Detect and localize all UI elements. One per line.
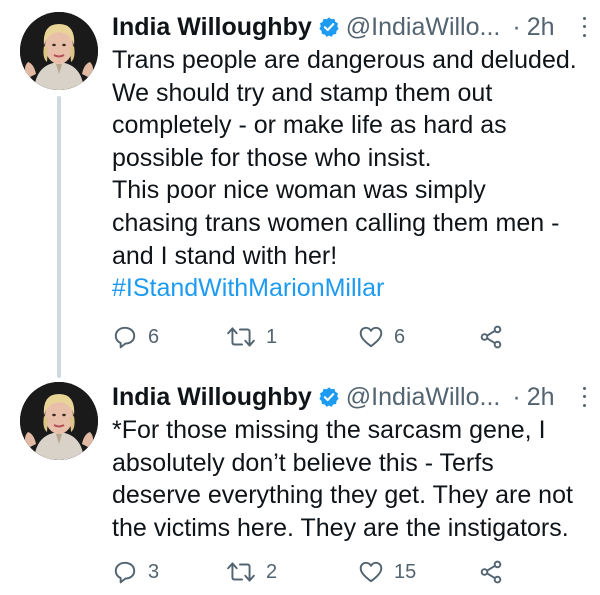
more-icon[interactable]	[578, 14, 590, 40]
tweet[interactable]: India Willoughby @IndiaWillo... · 2h *Fo…	[0, 370, 600, 595]
retweet-button[interactable]: 2	[226, 555, 277, 589]
like-count: 6	[394, 325, 406, 348]
author-name[interactable]: India Willoughby	[112, 382, 312, 412]
more-icon[interactable]	[578, 384, 590, 410]
tweet-text-line: the victims here. They are the instigato…	[112, 513, 569, 542]
tweet-timestamp[interactable]: 2h	[527, 12, 555, 42]
retweet-count: 2	[266, 560, 278, 583]
header-separator: ·	[512, 383, 521, 411]
author-handle[interactable]: @IndiaWillo...	[346, 12, 501, 42]
tweet-actions: 6 1 6	[112, 320, 532, 354]
tweet-actions: 3 2 15	[112, 555, 532, 589]
heart-icon	[358, 324, 384, 350]
share-icon	[478, 559, 504, 585]
tweet-text-line: *For those missing the sarcasm gene, I	[112, 416, 546, 444]
share-button[interactable]	[478, 320, 504, 354]
tweet-text-line: We should try and stamp them out	[112, 78, 493, 107]
tweet-text-line: chasing trans women calling them men -	[112, 208, 560, 237]
tweet-text: *For those missing the sarcasm gene, I a…	[112, 414, 594, 544]
verified-badge-icon	[318, 386, 340, 408]
heart-icon	[358, 559, 384, 585]
header-separator: ·	[512, 13, 521, 41]
reply-button[interactable]: 6	[112, 320, 159, 354]
reply-icon	[112, 324, 138, 350]
like-button[interactable]: 15	[358, 555, 416, 589]
share-button[interactable]	[478, 555, 504, 589]
retweet-icon	[226, 324, 256, 350]
tweet-text-line: and I stand with her!	[112, 241, 338, 270]
author-name[interactable]: India Willoughby	[112, 12, 312, 42]
tweet[interactable]: India Willoughby @IndiaWillo... · 2h Tra…	[0, 0, 600, 378]
tweet-text-line: possible for those who insist.	[112, 143, 432, 172]
tweet-text-line: Trans people are dangerous and deluded.	[112, 46, 577, 74]
tweet-text-line: deserve everything they get. They are no…	[112, 481, 573, 510]
tweet-text: Trans people are dangerous and deluded. …	[112, 44, 594, 305]
hashtag-link[interactable]: #IStandWithMarionMillar	[112, 272, 594, 305]
retweet-count: 1	[266, 325, 278, 348]
like-button[interactable]: 6	[358, 320, 405, 354]
tweet-text-line: completely - or make life as hard as	[112, 111, 507, 140]
avatar[interactable]	[20, 382, 98, 460]
avatar[interactable]	[20, 12, 98, 90]
retweet-button[interactable]: 1	[226, 320, 277, 354]
reply-count: 6	[148, 325, 160, 348]
share-icon	[478, 324, 504, 350]
author-handle[interactable]: @IndiaWillo...	[346, 382, 501, 412]
tweet-text-line: absolutely don’t believe this - Terfs	[112, 448, 494, 477]
retweet-icon	[226, 559, 256, 585]
like-count: 15	[394, 560, 417, 583]
tweet-header: India Willoughby @IndiaWillo... · 2h	[112, 12, 582, 42]
tweet-text-line: This poor nice woman was simply	[112, 176, 486, 205]
verified-badge-icon	[318, 16, 340, 38]
reply-icon	[112, 559, 138, 585]
tweet-header: India Willoughby @IndiaWillo... · 2h	[112, 382, 582, 412]
thread-connector-line	[57, 96, 61, 378]
reply-button[interactable]: 3	[112, 555, 159, 589]
reply-count: 3	[148, 560, 160, 583]
tweet-timestamp[interactable]: 2h	[527, 382, 555, 412]
